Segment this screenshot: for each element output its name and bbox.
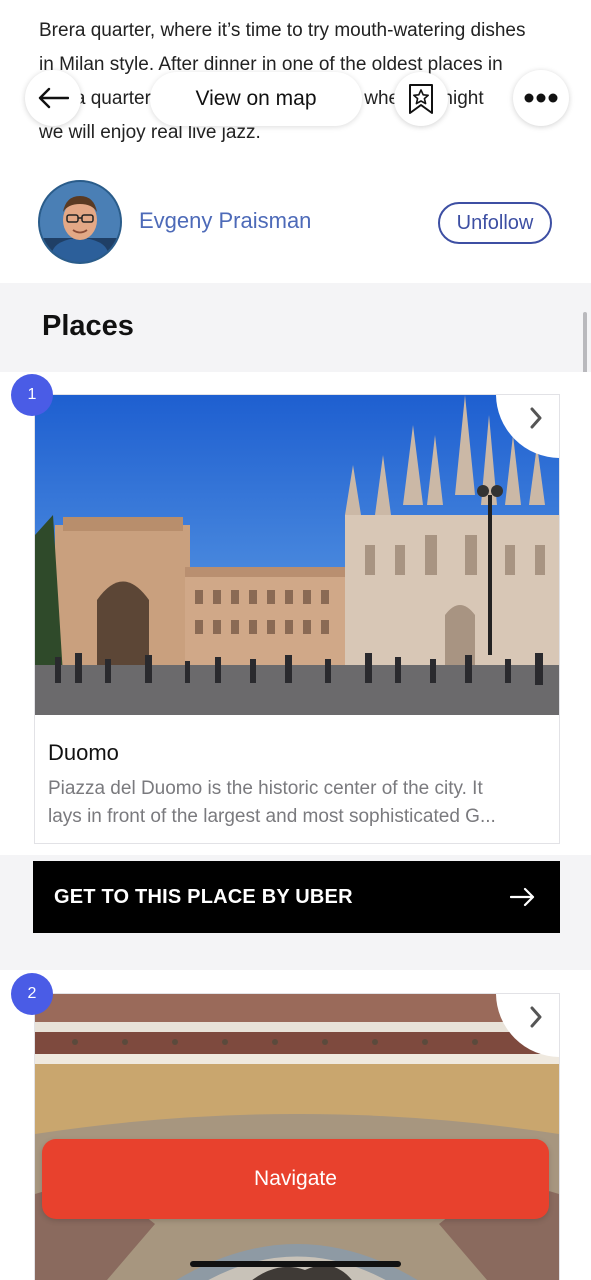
place-card[interactable] — [34, 993, 560, 1280]
author-row: Evgeny Praisman Unfollow — [38, 180, 554, 266]
place-name: Duomo — [48, 740, 119, 765]
chevron-right-icon — [530, 1006, 542, 1028]
place-section — [0, 970, 591, 1280]
place-photo — [35, 395, 559, 715]
view-on-map-button[interactable]: View on map — [150, 72, 362, 126]
uber-button-label: GET TO THIS PLACE BY UBER — [54, 885, 353, 908]
unfollow-button[interactable]: Unfollow — [438, 202, 552, 244]
duomo-photo — [35, 395, 559, 715]
place-description: Piazza del Duomo is the historic center … — [48, 775, 548, 831]
more-dots-icon — [524, 93, 558, 103]
author-avatar[interactable] — [38, 180, 122, 264]
place-description-line: lays in front of the largest and most so… — [48, 806, 496, 827]
back-button[interactable] — [25, 70, 81, 126]
more-options-button[interactable] — [513, 70, 569, 126]
place-description-line: Piazza del Duomo is the historic center … — [48, 778, 483, 799]
bookmark-star-icon — [409, 84, 433, 114]
galleria-floor-photo — [35, 994, 559, 1280]
avatar-photo — [40, 182, 120, 262]
place-section: Duomo Piazza del Duomo is the historic c… — [0, 372, 591, 855]
bookmark-button[interactable] — [394, 72, 448, 126]
arrow-left-icon — [38, 87, 69, 109]
place-photo — [35, 994, 559, 1280]
author-name[interactable]: Evgeny Praisman — [139, 208, 311, 234]
screen: Brera quarter, where it’s time to try mo… — [0, 0, 591, 1280]
tour-description-section: Brera quarter, where it’s time to try mo… — [0, 0, 591, 283]
description-line: Brera quarter, where it’s time to try mo… — [39, 20, 526, 41]
uber-button[interactable]: GET TO THIS PLACE BY UBER — [33, 861, 560, 933]
home-indicator[interactable] — [190, 1261, 401, 1267]
places-heading: Places — [42, 310, 134, 342]
navigate-button[interactable]: Navigate — [42, 1139, 549, 1219]
place-number-badge: 1 — [11, 374, 53, 416]
chevron-right-icon — [530, 407, 542, 429]
place-number-badge: 2 — [11, 973, 53, 1015]
place-card[interactable]: Duomo Piazza del Duomo is the historic c… — [34, 394, 560, 844]
arrow-right-icon — [510, 887, 535, 907]
